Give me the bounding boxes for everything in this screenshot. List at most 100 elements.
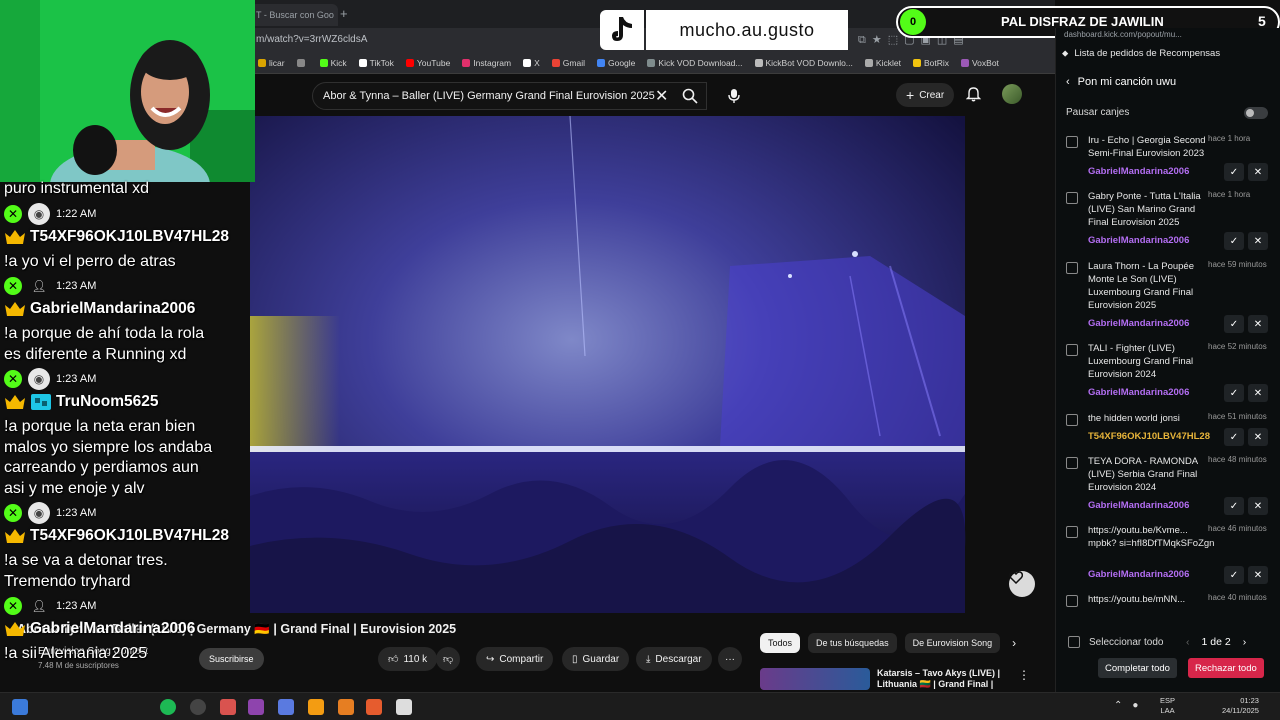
- search-input[interactable]: Abor & Tynna – Baller (LIVE) Germany Gra…: [312, 82, 707, 110]
- brave3-icon[interactable]: [366, 699, 382, 715]
- mic-tray-icon[interactable]: ●: [1132, 700, 1138, 711]
- chat-message-text: malos yo siempre los andaba: [4, 438, 213, 456]
- tf-icon[interactable]: [220, 699, 236, 715]
- bookmark-item[interactable]: Gmail: [551, 58, 585, 68]
- recommended-title[interactable]: Katarsis – Tavo Akys (LIVE) | Lithuania …: [877, 668, 1017, 690]
- bookmark-item[interactable]: [296, 59, 308, 67]
- download-button[interactable]: ⤓ Descargar: [636, 647, 712, 671]
- select-all-checkbox[interactable]: [1068, 636, 1080, 648]
- app-icon[interactable]: [190, 699, 206, 715]
- reject-request-button[interactable]: ✕: [1248, 232, 1268, 250]
- next-page-icon[interactable]: ›: [1243, 636, 1247, 648]
- save-button[interactable]: ▯ Guardar: [562, 647, 630, 671]
- chevron-right-icon[interactable]: ›: [1008, 636, 1016, 650]
- lang-bottom: LAA: [1160, 706, 1175, 715]
- notifications-button[interactable]: [966, 86, 981, 102]
- reject-request-button[interactable]: ✕: [1248, 315, 1268, 333]
- bookmark-item[interactable]: licar: [258, 58, 285, 68]
- account-avatar[interactable]: [1002, 84, 1022, 104]
- check-icon: ✓: [1229, 500, 1239, 512]
- reject-request-button[interactable]: ✕: [1248, 566, 1268, 584]
- app2-icon[interactable]: [248, 699, 264, 715]
- new-tab-icon[interactable]: +: [340, 6, 348, 21]
- reject-request-button[interactable]: ✕: [1248, 497, 1268, 515]
- bookmark-item[interactable]: YouTube: [405, 58, 450, 68]
- recommended-thumbnail[interactable]: [760, 668, 870, 690]
- bookmark-item[interactable]: Kicklet: [864, 58, 901, 68]
- approve-request-button[interactable]: ✓: [1224, 384, 1244, 402]
- spotify-icon[interactable]: [160, 699, 176, 715]
- complete-all-button[interactable]: Completar todo: [1098, 658, 1177, 678]
- dislike-button[interactable]: 👎︎: [436, 647, 461, 671]
- brave-icon[interactable]: [308, 699, 324, 715]
- bookmark-item[interactable]: Kick: [319, 58, 347, 68]
- bookmark-item[interactable]: VoxBot: [960, 58, 999, 68]
- pause-toggle[interactable]: [1244, 107, 1268, 119]
- share-label: Compartir: [499, 653, 544, 665]
- more-actions-button[interactable]: ···: [718, 647, 742, 671]
- bookmark-item[interactable]: Instagram: [462, 58, 511, 68]
- select-all[interactable]: Seleccionar todo: [1068, 636, 1164, 648]
- chip-from-channel[interactable]: De Eurovision Song: [904, 633, 1001, 653]
- reject-request-button[interactable]: ✕: [1248, 384, 1268, 402]
- bookmark-item[interactable]: TikTok: [358, 58, 394, 68]
- create-button[interactable]: + Crear: [896, 83, 955, 107]
- reject-all-button[interactable]: Rechazar todo: [1188, 658, 1264, 678]
- start-icon[interactable]: [12, 699, 28, 715]
- request-checkbox[interactable]: [1066, 457, 1078, 469]
- like-button[interactable]: 👍︎ 110 k: [378, 647, 438, 671]
- brave2-icon[interactable]: [338, 699, 354, 715]
- chat-avatar: ◉: [28, 502, 50, 524]
- chip-all[interactable]: Todos: [760, 633, 801, 653]
- request-title: Laura Thorn - La Poupée Monte Le Son (LI…: [1088, 261, 1194, 311]
- request-checkbox[interactable]: [1066, 262, 1078, 274]
- bookmark-item[interactable]: X: [523, 58, 540, 68]
- reject-request-button[interactable]: ✕: [1248, 428, 1268, 446]
- recommended-video[interactable]: Katarsis – Tavo Akys (LIVE) | Lithuania …: [760, 668, 1050, 690]
- approve-request-button[interactable]: ✓: [1224, 497, 1244, 515]
- file-icon[interactable]: [396, 699, 412, 715]
- more-vertical-icon[interactable]: ⋮: [1018, 668, 1030, 682]
- approve-request-button[interactable]: ✓: [1224, 428, 1244, 446]
- approve-request-button[interactable]: ✓: [1224, 315, 1244, 333]
- app3-icon[interactable]: [278, 699, 294, 715]
- request-user: GabrielMandarina2006: [1088, 235, 1190, 246]
- download-label: Descargar: [655, 653, 702, 665]
- approve-request-button[interactable]: ✓: [1224, 163, 1244, 181]
- voice-search-button[interactable]: [720, 82, 748, 110]
- request-checkbox[interactable]: [1066, 192, 1078, 204]
- close-icon: ✕: [1253, 235, 1263, 247]
- bookmark-item[interactable]: Kick VOD Download...: [647, 58, 743, 68]
- share-button[interactable]: ↪ Compartir: [476, 647, 554, 671]
- bookmark-item[interactable]: BotRix: [912, 58, 949, 68]
- prev-page-icon[interactable]: ‹: [1186, 636, 1190, 648]
- reject-request-button[interactable]: ✕: [1248, 163, 1268, 181]
- bookmark-icon: [296, 59, 305, 67]
- request-checkbox[interactable]: [1066, 595, 1078, 607]
- clear-search-icon[interactable]: ✕: [655, 86, 668, 106]
- pin-icon: ⬥: [1062, 48, 1069, 58]
- system-tray[interactable]: ⌃ ●: [1114, 700, 1138, 711]
- heart-button[interactable]: [1009, 571, 1035, 597]
- popout-footer: Seleccionar todo ‹ 1 de 2 › Completar to…: [1056, 624, 1280, 692]
- video-player[interactable]: [250, 116, 1045, 613]
- bookmark-item[interactable]: KickBot VOD Downlo...: [754, 58, 853, 68]
- chip-from-searches[interactable]: De tus búsquedas: [808, 633, 897, 653]
- search-button[interactable]: [670, 82, 710, 110]
- approve-request-button[interactable]: ✓: [1224, 232, 1244, 250]
- approve-request-button[interactable]: ✓: [1224, 566, 1244, 584]
- bookmark-item[interactable]: Google: [596, 58, 635, 68]
- url-text[interactable]: m/watch?v=3rrWZ6cldsA: [256, 34, 367, 45]
- kick-badge-icon: ✕: [4, 277, 22, 295]
- language-indicator[interactable]: ESP LAA: [1160, 696, 1175, 716]
- back-button[interactable]: ‹ Pon mi canción uwu: [1066, 76, 1176, 88]
- request-checkbox[interactable]: [1066, 344, 1078, 356]
- clock-date: 24/11/2025: [1222, 706, 1259, 715]
- clock[interactable]: 01:23 24/11/2025: [1222, 696, 1259, 716]
- request-checkbox[interactable]: [1066, 526, 1078, 538]
- request-checkbox[interactable]: [1066, 136, 1078, 148]
- download-icon: ⤓: [646, 653, 651, 665]
- request-checkbox[interactable]: [1066, 414, 1078, 426]
- chevron-up-icon[interactable]: ⌃: [1114, 700, 1122, 711]
- browser-tab[interactable]: T - Buscar con Goo: [250, 4, 338, 26]
